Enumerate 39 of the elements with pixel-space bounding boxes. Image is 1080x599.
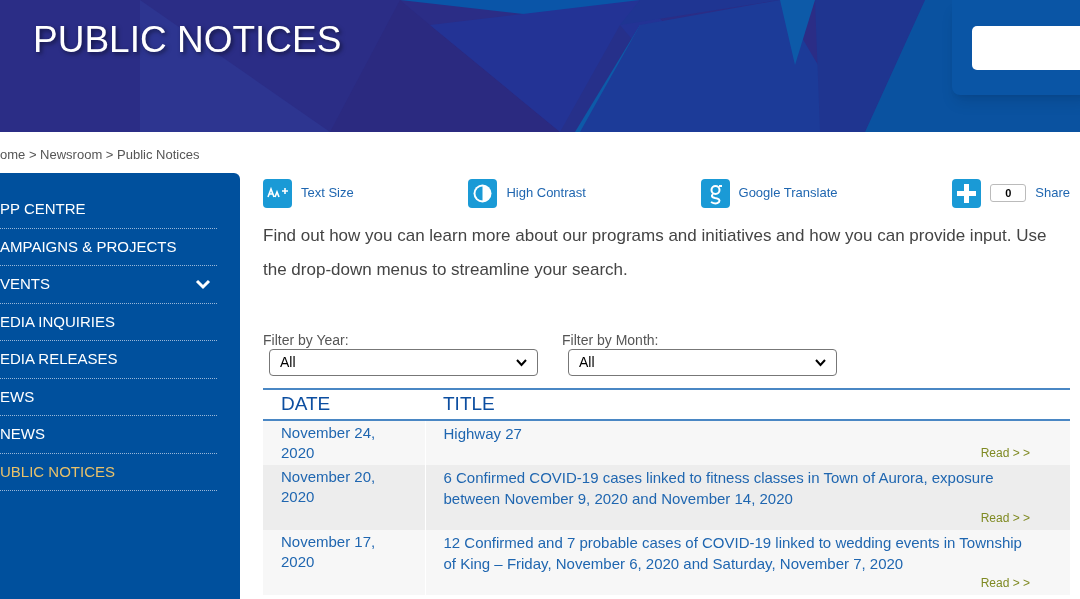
sidebar-item[interactable]: PP CENTRE: [0, 191, 217, 229]
column-header: TITLE: [425, 389, 1070, 420]
sidebar-item[interactable]: UBLIC NOTICES: [0, 453, 217, 491]
sidebar-item[interactable]: NEWS: [0, 416, 217, 454]
filter-label: Filter by Year:: [263, 331, 350, 349]
text-size-icon: [263, 178, 292, 208]
read-more-link[interactable]: Read > >: [980, 443, 1030, 462]
notice-title-link[interactable]: 12 Confirmed and 7 probable cases of COVID-19 linked to wedding events in Township of King – Friday, November 6, 2020 and Saturday, November 7, 2020: [443, 531, 1030, 574]
notice-title-link[interactable]: Highway 27: [443, 422, 1030, 444]
filter-select[interactable]: All: [568, 349, 837, 376]
sidebar-item[interactable]: VENTS: [0, 266, 217, 304]
filter-select[interactable]: All: [269, 349, 538, 376]
tool-link[interactable]: Share: [1035, 183, 1070, 203]
table-cell: November 17, 2020: [263, 529, 425, 595]
table-cell: November 20, 2020: [263, 464, 425, 530]
sidebar-item[interactable]: EWS: [0, 378, 217, 416]
tool-link[interactable]: Google Translate: [738, 183, 838, 203]
breadcrumb: ome > Newsroom > Public Notices: [0, 146, 201, 164]
read-more-link[interactable]: Read > >: [980, 508, 1030, 527]
table-cell: November 24, 2020: [263, 419, 425, 465]
search-field[interactable]: [972, 25, 1080, 70]
translate-icon: [700, 178, 730, 208]
chevron-down-icon[interactable]: [195, 278, 211, 291]
tool-link[interactable]: Text Size: [301, 183, 354, 203]
filter-label: Filter by Month:: [562, 331, 660, 349]
notice-title-link[interactable]: 6 Confirmed COVID-19 cases linked to fitness classes in Town of Aurora, exposure between November 9, 2020 and November 14, 2020: [443, 466, 1030, 509]
chevron-down-icon: [516, 358, 527, 367]
page-title: PUBLIC NOTICES: [33, 18, 342, 62]
chevron-down-icon: [815, 358, 826, 367]
contrast-icon: [468, 178, 498, 208]
sidebar-item[interactable]: EDIA INQUIRIES: [0, 303, 217, 341]
tool-link[interactable]: High Contrast: [506, 183, 586, 203]
sidebar-item[interactable]: EDIA RELEASES: [0, 341, 217, 379]
share-count: 0: [990, 183, 1027, 203]
intro-text: Find out how you can learn more about our programs and initiatives and how you can provide input. Use the drop-down menus to streamline your search.: [263, 225, 1048, 281]
column-header: DATE: [263, 389, 425, 420]
sidebar-item[interactable]: AMPAIGNS & PROJECTS: [0, 228, 217, 266]
plus-icon: [952, 178, 982, 208]
read-more-link[interactable]: Read > >: [980, 573, 1030, 592]
